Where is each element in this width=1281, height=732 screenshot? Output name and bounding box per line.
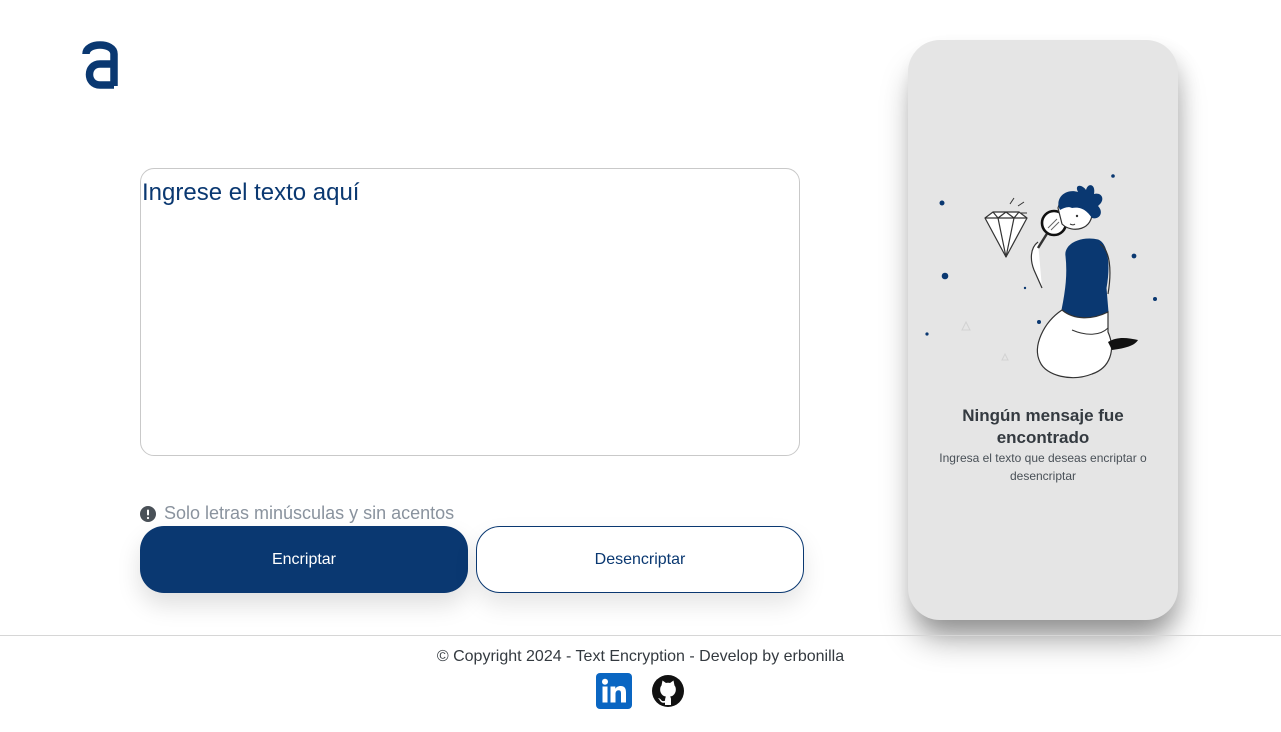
- linkedin-link[interactable]: [596, 673, 632, 709]
- github-icon: [652, 675, 684, 707]
- text-input-container: [140, 168, 800, 456]
- linkedin-icon: [596, 673, 632, 709]
- github-link[interactable]: [650, 673, 686, 709]
- page: Solo letras minúsculas y sin acentos Enc…: [0, 0, 1281, 732]
- decrypt-button[interactable]: Desencriptar: [476, 526, 804, 593]
- result-title: Ningún mensaje fue encontrado: [962, 406, 1124, 447]
- hint-text: Solo letras minúsculas y sin acentos: [164, 503, 455, 523]
- person-magnifier-illustration: [925, 174, 1157, 379]
- alura-logo-icon: [82, 41, 118, 89]
- copyright-text: © Copyright 2024 - Text Encryption - Dev…: [436, 648, 845, 665]
- social-links: [596, 673, 686, 709]
- text-input[interactable]: [141, 169, 799, 455]
- result-subtitle: Ingresa el texto que deseas encriptar o …: [939, 451, 1147, 483]
- exclamation-circle-icon: [140, 505, 156, 522]
- logo[interactable]: [80, 38, 120, 92]
- footer-divider: [0, 635, 1281, 636]
- encrypt-button[interactable]: Encriptar: [140, 526, 468, 593]
- input-hint: Solo letras minúsculas y sin acentos: [140, 503, 454, 524]
- result-panel: Ningún mensaje fue encontrado Ingresa el…: [908, 40, 1178, 620]
